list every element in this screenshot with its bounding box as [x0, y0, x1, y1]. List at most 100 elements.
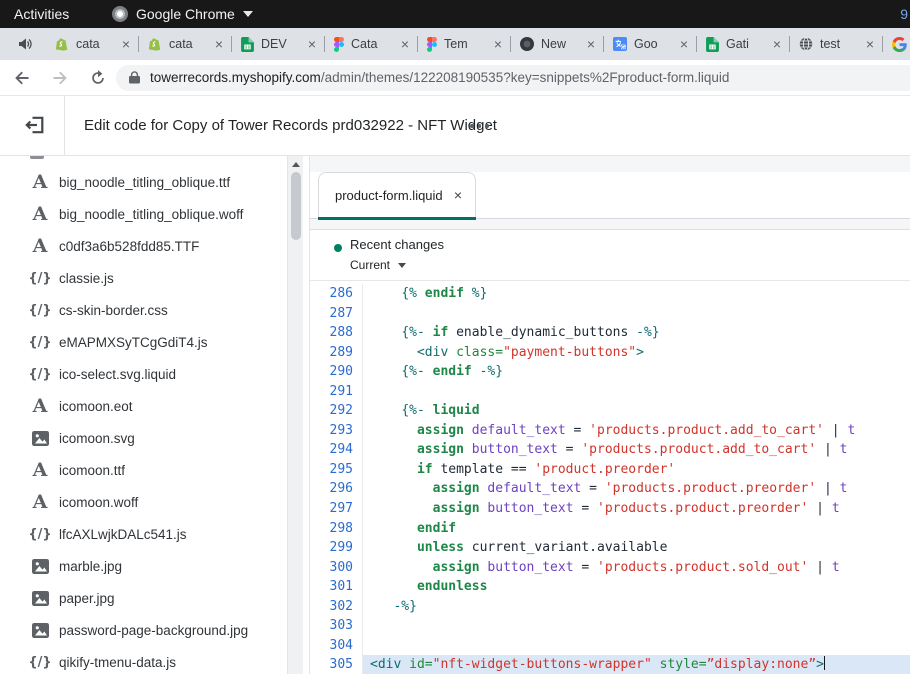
tab-close-icon[interactable]: × [401, 37, 409, 51]
back-button[interactable] [12, 68, 32, 88]
browser-tab[interactable]: DEV× [232, 28, 325, 60]
code-line: 301 endunless [310, 577, 910, 597]
editor-tab-label: product-form.liquid [335, 173, 443, 218]
file-list-item[interactable]: Aicomoon.eot [0, 390, 287, 422]
editor-file-tab[interactable]: product-form.liquid × [318, 172, 476, 219]
code-line: 295 if template == 'product.preorder' [310, 460, 910, 480]
file-list-item[interactable]: Abig_noodle_titling_oblique.ttf [0, 166, 287, 198]
version-dropdown[interactable]: Current [350, 258, 406, 272]
browser-tab-title: Goo [634, 37, 673, 51]
code-line-content: assign default_text = 'products.product.… [362, 421, 910, 441]
browser-tab-title: Tem [444, 37, 487, 51]
code-line: 286 {% endif %} [310, 284, 910, 304]
sidebar-scrollbar[interactable] [287, 156, 303, 674]
browser-tab[interactable]: cata× [139, 28, 232, 60]
file-list-item[interactable]: Aicomoon.woff [0, 486, 287, 518]
file-list-item[interactable]: marble.jpg [0, 550, 287, 582]
line-number: 298 [310, 519, 362, 539]
google-favicon-icon [892, 37, 907, 52]
browser-tab-title: New [541, 37, 580, 51]
app-menu[interactable]: Google Chrome [112, 0, 253, 28]
scroll-up-arrow-icon[interactable] [292, 162, 300, 167]
sheets-favicon-icon [241, 37, 254, 52]
tab-close-icon[interactable]: × [680, 37, 688, 51]
tab-close-icon[interactable]: × [866, 37, 874, 51]
line-number: 288 [310, 323, 362, 343]
line-number: 293 [310, 421, 362, 441]
code-editor[interactable]: 286 {% endif %}287288 {%- if enable_dyna… [310, 281, 910, 674]
activities-button[interactable]: Activities [14, 0, 69, 28]
code-line: 294 assign button_text = 'products.produ… [310, 440, 910, 460]
file-list-item[interactable]: icomoon.svg [0, 422, 287, 454]
file-list-item[interactable]: paper.jpg [0, 582, 287, 614]
audio-speaker-icon[interactable] [18, 37, 33, 56]
browser-tab[interactable]: test × [790, 28, 883, 60]
code-line-content: unless current_variant.available [362, 538, 910, 558]
browser-tab-title: test [820, 37, 859, 51]
code-line-content [362, 636, 910, 656]
browser-tab-list: cata×cata×DEV×Cata×Tem×New×Goo×Gati×test… [46, 28, 910, 60]
figma-favicon-icon [427, 37, 437, 52]
file-name: qikify-tmenu-data.js [59, 655, 176, 670]
line-number: 286 [310, 284, 362, 304]
exit-button[interactable] [24, 114, 46, 136]
close-icon[interactable]: × [454, 173, 462, 218]
tab-close-icon[interactable]: × [122, 37, 130, 51]
active-tab-underline [318, 217, 476, 221]
tab-close-icon[interactable]: × [308, 37, 316, 51]
browser-tab[interactable] [883, 28, 910, 60]
code-line-content: endif [362, 519, 910, 539]
code-line: 304 [310, 636, 910, 656]
code-line-content: assign default_text = 'products.product.… [362, 479, 910, 499]
address-bar[interactable]: towerrecords.myshopify.com/admin/themes/… [116, 65, 910, 91]
tab-close-icon[interactable]: × [773, 37, 781, 51]
more-actions-button[interactable] [470, 122, 496, 130]
tab-close-icon[interactable]: × [494, 37, 502, 51]
file-name: classie.js [59, 271, 114, 286]
browser-tab[interactable]: cata× [46, 28, 139, 60]
file-list-item[interactable]: {/}classie.js [0, 262, 287, 294]
file-list-item[interactable]: {/} eMAPMXSyTCgGdiT4.js [0, 326, 287, 358]
line-number: 299 [310, 538, 362, 558]
browser-tab-title: Gati [726, 37, 766, 51]
line-number: 290 [310, 362, 362, 382]
forward-button[interactable] [50, 68, 70, 88]
reload-button[interactable] [88, 68, 108, 88]
file-list-item[interactable]: {/}lfcAXLwjkDALc541.js [0, 518, 287, 550]
code-line: 291 [310, 382, 910, 402]
sheets-favicon-icon [706, 37, 719, 52]
recent-changes-panel: Recent changes Current [310, 229, 910, 281]
line-number: 300 [310, 558, 362, 578]
file-list-item[interactable]: {/}cs-skin-border.css [0, 294, 287, 326]
line-number: 287 [310, 304, 362, 324]
scrollbar-thumb[interactable] [291, 172, 301, 240]
file-list-item[interactable]: password-page-background.jpg [0, 614, 287, 646]
tab-close-icon[interactable]: × [587, 37, 595, 51]
code-file-icon: {/} [29, 335, 51, 350]
font-file-icon: A [29, 492, 51, 512]
file-list-item[interactable]: {/}ico-select.svg.liquid [0, 358, 287, 390]
code-line-content: <div id="nft-widget-buttons-wrapper" sty… [362, 655, 910, 674]
padlock-icon[interactable] [129, 71, 140, 89]
code-line: 305<div id="nft-widget-buttons-wrapper" … [310, 655, 910, 674]
file-list-item[interactable]: Ac0df3a6b528fdd85.TTF [0, 230, 287, 262]
browser-tab[interactable]: Tem × [418, 28, 511, 60]
browser-tab[interactable]: Gati × [697, 28, 790, 60]
browser-tab[interactable]: New × [511, 28, 604, 60]
file-list-item[interactable]: Abig_noodle_titling_oblique.woff [0, 198, 287, 230]
image-file-icon [29, 559, 51, 574]
browser-tab-strip: cata×cata×DEV×Cata×Tem×New×Goo×Gati×test… [0, 28, 910, 60]
file-name: eMAPMXSyTCgGdiT4.js [59, 335, 208, 350]
globe-favicon-icon [799, 37, 813, 51]
browser-tab-title: Cata [351, 37, 394, 51]
code-line-content: endunless [362, 577, 910, 597]
tab-close-icon[interactable]: × [215, 37, 223, 51]
file-list-item[interactable]: {/}qikify-tmenu-data.js [0, 646, 287, 674]
browser-tab[interactable]: Cata × [325, 28, 418, 60]
line-number: 296 [310, 479, 362, 499]
code-line: 288 {%- if enable_dynamic_buttons -%} [310, 323, 910, 343]
chevron-down-icon [243, 11, 253, 17]
translate-favicon-icon [613, 37, 627, 51]
browser-tab[interactable]: Goo × [604, 28, 697, 60]
file-list-item[interactable]: Aicomoon.ttf [0, 454, 287, 486]
